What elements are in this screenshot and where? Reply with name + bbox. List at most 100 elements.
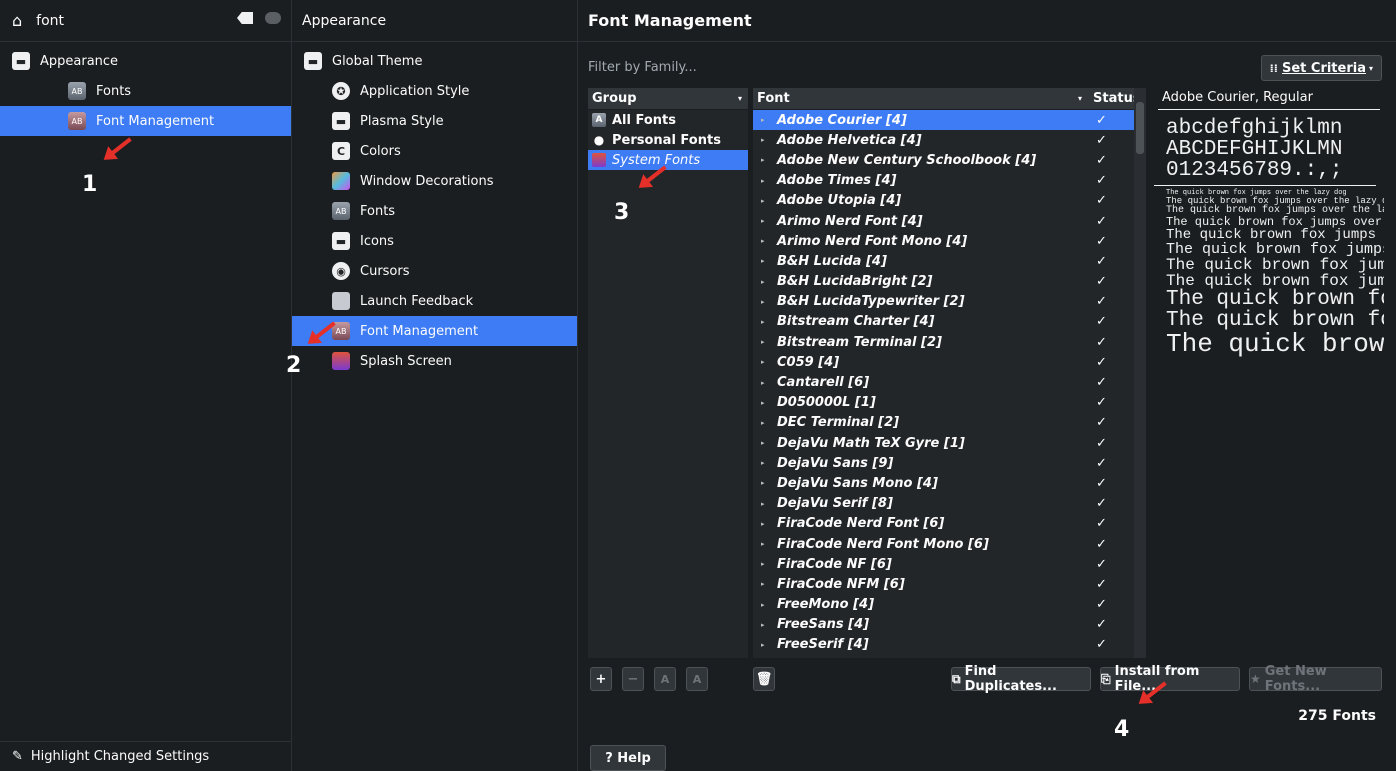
- category-item-window-decorations[interactable]: Window Decorations: [292, 166, 577, 196]
- filter-by-family-input[interactable]: Filter by Family...: [588, 54, 788, 80]
- install-from-file-button[interactable]: ⎘ Install from File...: [1100, 664, 1240, 694]
- status-check-icon[interactable]: ✓: [1096, 375, 1107, 390]
- status-check-icon[interactable]: ✓: [1096, 193, 1107, 208]
- expand-arrow-icon[interactable]: ▸: [761, 217, 771, 225]
- expand-arrow-icon[interactable]: ▸: [761, 237, 771, 245]
- highlight-changed-settings[interactable]: ✎ Highlight Changed Settings: [0, 741, 291, 771]
- status-check-icon[interactable]: ✓: [1096, 617, 1107, 632]
- expand-arrow-icon[interactable]: ▸: [761, 318, 771, 326]
- sidebar-item-fonts[interactable]: AB Fonts: [0, 76, 291, 106]
- font-row[interactable]: ▸ B&H LucidaTypewriter [2] ✓: [753, 292, 1134, 312]
- expand-arrow-icon[interactable]: ▸: [761, 197, 771, 205]
- category-item-icons[interactable]: ▬ Icons: [292, 226, 577, 256]
- font-row[interactable]: ▸ DejaVu Sans Mono [4] ✓: [753, 473, 1134, 493]
- font-row[interactable]: ▸ Adobe Utopia [4] ✓: [753, 191, 1134, 211]
- find-duplicates-button[interactable]: ⧉ Find Duplicates...: [951, 664, 1091, 694]
- expand-arrow-icon[interactable]: ▸: [761, 520, 771, 528]
- expand-arrow-icon[interactable]: ▸: [761, 136, 771, 144]
- expand-arrow-icon[interactable]: ▸: [761, 399, 771, 407]
- font-row[interactable]: ▸ DejaVu Serif [8] ✓: [753, 494, 1134, 514]
- font-row[interactable]: ▸ Arimo Nerd Font [4] ✓: [753, 211, 1134, 231]
- category-item-launch-feedback[interactable]: Launch Feedback: [292, 286, 577, 316]
- category-item-application-style[interactable]: ✪ Application Style: [292, 76, 577, 106]
- expand-arrow-icon[interactable]: ▸: [761, 601, 771, 609]
- status-check-icon[interactable]: ✓: [1096, 113, 1107, 128]
- font-row[interactable]: ▸ Bitstream Terminal [2] ✓: [753, 332, 1134, 352]
- group-system-fonts[interactable]: System Fonts: [588, 150, 748, 170]
- expand-arrow-icon[interactable]: ▸: [761, 278, 771, 286]
- font-list-scrollbar[interactable]: [1134, 88, 1146, 658]
- font-row[interactable]: ▸ D050000L [1] ✓: [753, 393, 1134, 413]
- font-row[interactable]: ▸ FiraCode NFM [6] ✓: [753, 574, 1134, 594]
- category-item-fonts[interactable]: AB Fonts: [292, 196, 577, 226]
- expand-arrow-icon[interactable]: ▸: [761, 379, 771, 387]
- category-item-font-management[interactable]: AB Font Management: [292, 316, 577, 346]
- add-group-button[interactable]: +: [590, 667, 612, 691]
- status-check-icon[interactable]: ✓: [1096, 314, 1107, 329]
- expand-arrow-icon[interactable]: ▸: [761, 479, 771, 487]
- expand-arrow-icon[interactable]: ▸: [761, 439, 771, 447]
- font-row[interactable]: ▸ FreeSerif [4] ✓: [753, 635, 1134, 655]
- status-check-icon[interactable]: ✓: [1096, 274, 1107, 289]
- enable-group-button[interactable]: A: [654, 667, 676, 691]
- font-row[interactable]: ▸ Bitstream Charter [4] ✓: [753, 312, 1134, 332]
- expand-arrow-icon[interactable]: ▸: [761, 540, 771, 548]
- font-row[interactable]: ▸ FiraCode NF [6] ✓: [753, 554, 1134, 574]
- expand-arrow-icon[interactable]: ▸: [761, 419, 771, 427]
- font-row[interactable]: ▸ Adobe New Century Schoolbook [4] ✓: [753, 150, 1134, 170]
- font-column-header[interactable]: Font: [753, 91, 790, 106]
- font-row[interactable]: ▸ B&H LucidaBright [2] ✓: [753, 272, 1134, 292]
- status-check-icon[interactable]: ✓: [1096, 516, 1107, 531]
- font-row[interactable]: ▸ Adobe Helvetica [4] ✓: [753, 130, 1134, 150]
- group-personal-fonts[interactable]: ● Personal Fonts: [588, 130, 748, 150]
- status-check-icon[interactable]: ✓: [1096, 355, 1107, 370]
- expand-arrow-icon[interactable]: ▸: [761, 338, 771, 346]
- delete-font-button[interactable]: 🗑: [753, 667, 775, 691]
- font-row[interactable]: ▸ FreeMono [4] ✓: [753, 595, 1134, 615]
- expand-arrow-icon[interactable]: ▸: [761, 621, 771, 629]
- group-column-header[interactable]: Group ▾: [588, 88, 748, 110]
- status-check-icon[interactable]: ✓: [1096, 577, 1107, 592]
- status-check-icon[interactable]: ✓: [1096, 294, 1107, 309]
- font-row[interactable]: ▸ B&H Lucida [4] ✓: [753, 251, 1134, 271]
- font-row[interactable]: ▸ FiraCode Nerd Font Mono [6] ✓: [753, 534, 1134, 554]
- status-check-icon[interactable]: ✓: [1096, 395, 1107, 410]
- expand-arrow-icon[interactable]: ▸: [761, 358, 771, 366]
- category-item-global-theme[interactable]: ▬ Global Theme: [292, 46, 577, 76]
- category-item-plasma-style[interactable]: ▬ Plasma Style: [292, 106, 577, 136]
- expand-arrow-icon[interactable]: ▸: [761, 257, 771, 265]
- expand-arrow-icon[interactable]: ▸: [761, 156, 771, 164]
- font-row[interactable]: ▸ Arimo Nerd Font Mono [4] ✓: [753, 231, 1134, 251]
- sidebar-item-appearance[interactable]: ▬ Appearance: [0, 46, 291, 76]
- font-row[interactable]: ▸ Cantarell [6] ✓: [753, 372, 1134, 392]
- sidebar-item-font-management[interactable]: AB Font Management: [0, 106, 291, 136]
- font-row[interactable]: ▸ DejaVu Sans [9] ✓: [753, 453, 1134, 473]
- font-row[interactable]: ▸ Adobe Courier [4] ✓: [753, 110, 1134, 131]
- expand-arrow-icon[interactable]: ▸: [761, 580, 771, 588]
- status-check-icon[interactable]: ✓: [1096, 557, 1107, 572]
- expand-arrow-icon[interactable]: ▸: [761, 641, 771, 649]
- status-check-icon[interactable]: ✓: [1096, 153, 1107, 168]
- category-item-cursors[interactable]: ◉ Cursors: [292, 256, 577, 286]
- home-icon[interactable]: ⌂: [12, 11, 22, 30]
- status-check-icon[interactable]: ✓: [1096, 173, 1107, 188]
- get-new-fonts-button[interactable]: ★ Get New Fonts...: [1249, 664, 1382, 694]
- expand-arrow-icon[interactable]: ▸: [761, 116, 771, 124]
- status-check-icon[interactable]: ✓: [1096, 637, 1107, 652]
- status-check-icon[interactable]: ✓: [1096, 496, 1107, 511]
- status-check-icon[interactable]: ✓: [1096, 476, 1107, 491]
- status-check-icon[interactable]: ✓: [1096, 335, 1107, 350]
- clear-search-icon[interactable]: [237, 12, 253, 24]
- disable-group-button[interactable]: A: [686, 667, 708, 691]
- font-row[interactable]: ▸ FiraCode Nerd Font [6] ✓: [753, 514, 1134, 534]
- font-row[interactable]: ▸ DEC Terminal [2] ✓: [753, 413, 1134, 433]
- category-item-splash-screen[interactable]: Splash Screen: [292, 346, 577, 376]
- group-all-fonts[interactable]: A All Fonts: [588, 110, 748, 130]
- font-row[interactable]: ▸ FreeSans [4] ✓: [753, 615, 1134, 635]
- status-check-icon[interactable]: ✓: [1096, 456, 1107, 471]
- font-row[interactable]: ▸ DejaVu Math TeX Gyre [1] ✓: [753, 433, 1134, 453]
- expand-arrow-icon[interactable]: ▸: [761, 500, 771, 508]
- status-check-icon[interactable]: ✓: [1096, 436, 1107, 451]
- search-bar[interactable]: ⌂ font: [0, 0, 291, 42]
- font-row[interactable]: ▸ C059 [4] ✓: [753, 352, 1134, 372]
